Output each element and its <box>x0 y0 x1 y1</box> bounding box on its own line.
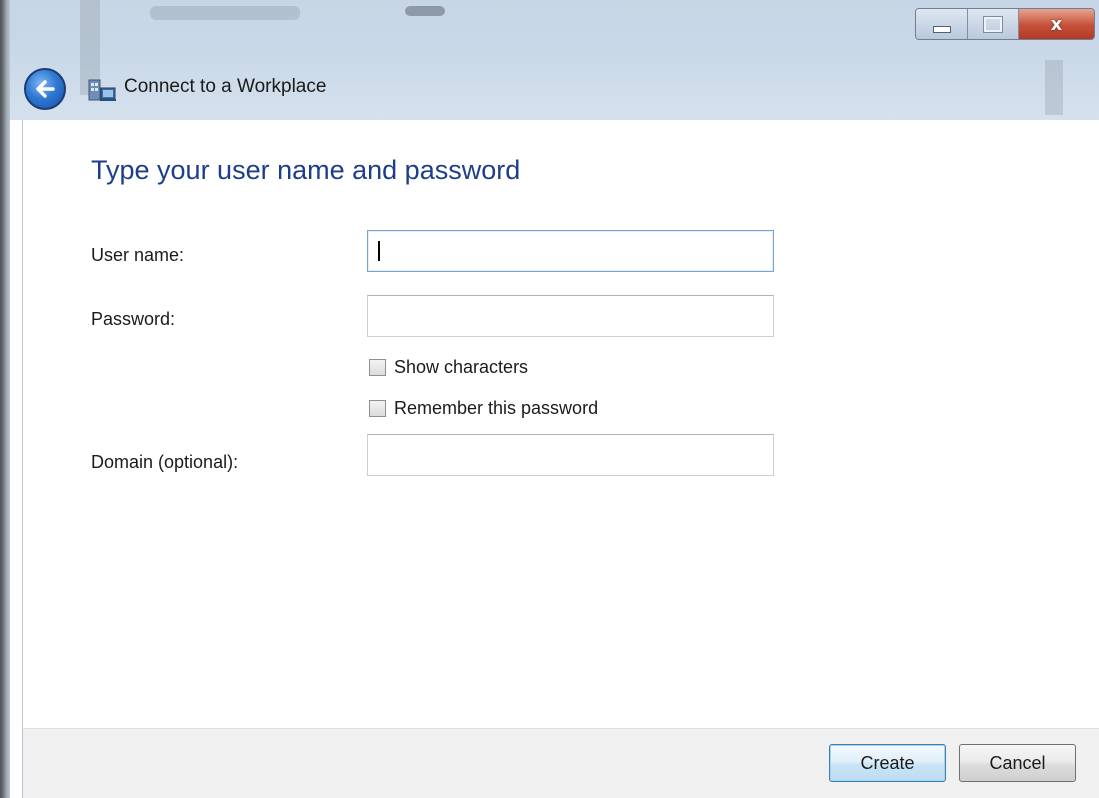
back-button[interactable] <box>24 68 66 110</box>
page-heading: Type your user name and password <box>91 155 521 185</box>
content-area <box>22 120 1099 728</box>
show-characters-label: Show characters <box>394 357 529 377</box>
show-characters-checkbox[interactable] <box>369 359 386 376</box>
close-button[interactable]: x <box>1018 9 1094 39</box>
remember-password-label: Remember this password <box>394 398 599 418</box>
domain-label: Domain (optional): <box>91 452 239 472</box>
window-frame <box>0 0 10 798</box>
password-input[interactable] <box>368 296 773 336</box>
caption-buttons: x <box>915 8 1095 40</box>
connect-to-workplace-window: x Connect to a Workplace Type your user … <box>0 0 1099 798</box>
password-label: Password: <box>91 309 176 329</box>
remember-password-checkbox[interactable] <box>369 400 386 417</box>
remember-password-option[interactable]: Remember this password <box>369 398 598 419</box>
window-title: Connect to a Workplace <box>124 76 327 97</box>
maximize-icon <box>984 16 1003 32</box>
minimize-icon <box>932 25 951 33</box>
close-icon: x <box>1050 13 1063 35</box>
username-field[interactable] <box>367 230 774 272</box>
create-button[interactable]: Create <box>829 744 946 782</box>
text-caret <box>378 241 380 261</box>
password-field[interactable] <box>367 295 774 337</box>
minimize-button[interactable] <box>916 9 969 39</box>
cancel-button[interactable]: Cancel <box>959 744 1076 782</box>
workplace-network-icon <box>88 79 116 101</box>
show-characters-option[interactable]: Show characters <box>369 357 528 378</box>
username-label: User name: <box>91 245 185 265</box>
back-arrow-icon <box>36 80 55 98</box>
domain-input[interactable] <box>368 435 773 475</box>
domain-field[interactable] <box>367 434 774 476</box>
maximize-button[interactable] <box>968 9 1019 39</box>
username-input[interactable] <box>368 231 773 271</box>
